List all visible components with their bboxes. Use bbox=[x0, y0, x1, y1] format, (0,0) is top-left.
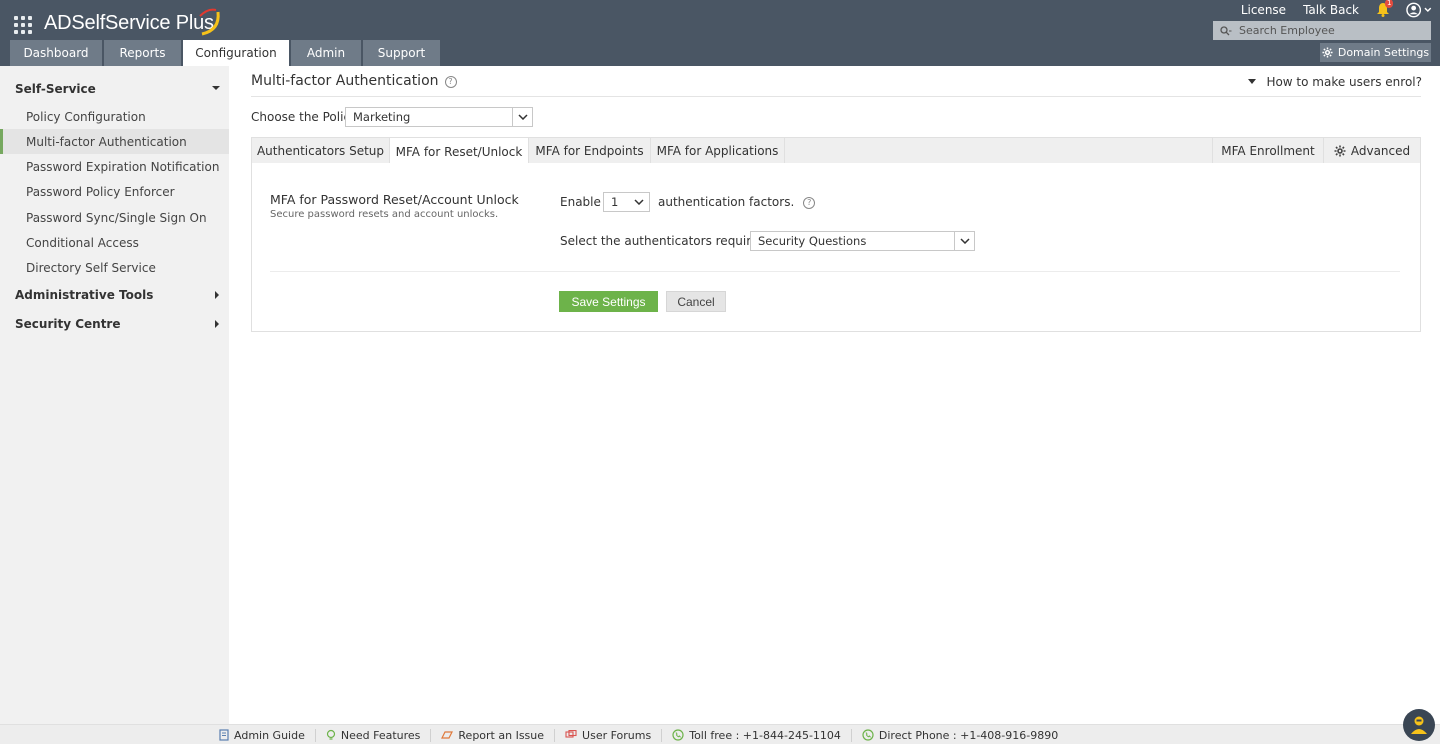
search-employee-box bbox=[1213, 21, 1431, 40]
save-settings-button[interactable]: Save Settings bbox=[559, 291, 658, 312]
domain-settings-label: Domain Settings bbox=[1337, 46, 1430, 59]
authenticators-select-value: Security Questions bbox=[758, 234, 867, 248]
tab-advanced[interactable]: Advanced bbox=[1323, 138, 1420, 164]
enable-label: Enable bbox=[560, 195, 601, 209]
lightbulb-icon bbox=[326, 729, 336, 741]
divider bbox=[251, 96, 1421, 97]
section-subtitle: Secure password resets and account unloc… bbox=[270, 209, 499, 220]
toll-free-link[interactable]: Toll free : +1-844-245-1104 bbox=[672, 728, 852, 742]
tab-dashboard[interactable]: Dashboard bbox=[10, 40, 102, 66]
domain-settings-button[interactable]: Domain Settings bbox=[1320, 43, 1431, 62]
choose-policy-label: Choose the Policy bbox=[251, 110, 358, 124]
need-features-label: Need Features bbox=[340, 728, 421, 742]
how-to-enrol-link[interactable]: How to make users enrol? bbox=[1248, 75, 1422, 89]
search-icon bbox=[1213, 25, 1239, 36]
how-to-enrol-label: How to make users enrol? bbox=[1266, 75, 1422, 89]
sidebar-item-directory-self-service[interactable]: Directory Self Service bbox=[0, 255, 229, 280]
gear-icon bbox=[1322, 47, 1333, 58]
tab-mfa-enrollment[interactable]: MFA Enrollment bbox=[1212, 138, 1323, 164]
bottom-strip bbox=[0, 744, 1440, 750]
sidebar-section-self-service[interactable]: Self-Service bbox=[15, 82, 220, 96]
section-title: MFA for Password Reset/Account Unlock bbox=[270, 192, 519, 207]
direct-phone-link[interactable]: Direct Phone : +1-408-916-9890 bbox=[862, 729, 1068, 742]
policy-select-value: Marketing bbox=[353, 110, 411, 124]
user-forums-label: User Forums bbox=[582, 728, 652, 742]
mfa-tabbar-right: MFA Enrollment Advanced bbox=[1212, 138, 1420, 164]
book-icon bbox=[219, 729, 229, 741]
admin-guide-label: Admin Guide bbox=[234, 728, 305, 742]
sidebar-item-policy-configuration[interactable]: Policy Configuration bbox=[0, 104, 229, 129]
factors-label-text: authentication factors. bbox=[658, 195, 795, 209]
sidebar-item-password-policy-enforcer[interactable]: Password Policy Enforcer bbox=[0, 179, 229, 204]
talk-back-link[interactable]: Talk Back bbox=[1303, 3, 1359, 17]
page-title-text: Multi-factor Authentication bbox=[251, 73, 439, 89]
sidebar-section-security-centre[interactable]: Security Centre bbox=[15, 317, 220, 331]
sidebar-section-administrative-tools[interactable]: Administrative Tools bbox=[15, 288, 220, 302]
factor-count-value: 1 bbox=[611, 195, 619, 209]
chevron-down-icon bbox=[954, 232, 974, 250]
authenticators-label: Select the authenticators required bbox=[560, 234, 766, 248]
notification-count-badge: 1 bbox=[1385, 0, 1394, 8]
sidebar-item-password-sync[interactable]: Password Sync/Single Sign On bbox=[0, 205, 229, 230]
authenticators-select[interactable]: Security Questions bbox=[750, 231, 975, 251]
cancel-button[interactable]: Cancel bbox=[666, 291, 726, 312]
sidebar-section-label: Self-Service bbox=[15, 82, 96, 96]
user-forums-link[interactable]: User Forums bbox=[565, 728, 663, 742]
caret-down-icon bbox=[212, 86, 220, 90]
sidebar: Self-Service Policy Configuration Multi-… bbox=[0, 66, 229, 724]
report-issue-label: Report an Issue bbox=[458, 728, 545, 742]
logo-arc-icon bbox=[199, 8, 220, 36]
tab-reports[interactable]: Reports bbox=[104, 40, 181, 66]
notification-bell-icon[interactable]: 1 bbox=[1376, 0, 1394, 18]
tab-configuration[interactable]: Configuration bbox=[183, 40, 289, 66]
app-grid-icon[interactable] bbox=[14, 16, 32, 34]
report-issue-link[interactable]: Report an Issue bbox=[441, 728, 556, 742]
tab-mfa-endpoints[interactable]: MFA for Endpoints bbox=[529, 138, 651, 164]
forum-icon bbox=[565, 730, 577, 740]
sidebar-item-conditional-access[interactable]: Conditional Access bbox=[0, 230, 229, 255]
sidebar-section-label: Security Centre bbox=[15, 317, 121, 331]
page-title: Multi-factor Authentication? bbox=[251, 73, 457, 89]
chat-support-icon[interactable] bbox=[1403, 709, 1435, 741]
caret-right-icon bbox=[215, 291, 219, 299]
help-icon[interactable]: ? bbox=[803, 197, 816, 209]
factor-count-select[interactable]: 1 bbox=[603, 192, 650, 212]
report-icon bbox=[441, 730, 454, 740]
help-icon[interactable]: ? bbox=[444, 76, 457, 88]
tab-mfa-applications[interactable]: MFA for Applications bbox=[651, 138, 785, 164]
direct-phone-label: Direct Phone : +1-408-916-9890 bbox=[878, 728, 1059, 742]
tab-support[interactable]: Support bbox=[363, 40, 440, 66]
caret-down-icon bbox=[1248, 79, 1257, 84]
license-link[interactable]: License bbox=[1241, 3, 1286, 17]
user-avatar-icon[interactable] bbox=[1406, 2, 1432, 18]
tab-authenticators-setup[interactable]: Authenticators Setup bbox=[252, 138, 390, 164]
chevron-down-icon bbox=[512, 108, 532, 126]
tab-mfa-reset-unlock[interactable]: MFA for Reset/Unlock bbox=[390, 138, 529, 165]
top-header: ADSelfService Plus License Talk Back 1 D… bbox=[0, 0, 1440, 66]
toll-free-label: Toll free : +1-844-245-1104 bbox=[689, 728, 841, 742]
caret-right-icon bbox=[215, 320, 219, 328]
phone-icon bbox=[862, 729, 874, 741]
footer-links: Admin Guide Need Features Report an Issu… bbox=[219, 725, 1078, 745]
need-features-link[interactable]: Need Features bbox=[326, 728, 432, 742]
top-links: License Talk Back 1 bbox=[1241, 0, 1440, 18]
sidebar-item-password-expiration-notification[interactable]: Password Expiration Notification bbox=[0, 154, 229, 179]
search-employee-input[interactable] bbox=[1239, 24, 1419, 37]
footer: Admin Guide Need Features Report an Issu… bbox=[0, 724, 1440, 744]
sidebar-item-multi-factor-authentication[interactable]: Multi-factor Authentication bbox=[0, 129, 229, 154]
gear-icon bbox=[1334, 145, 1346, 157]
chevron-down-icon bbox=[629, 193, 649, 211]
mfa-tabbar: Authenticators Setup MFA for Reset/Unloc… bbox=[251, 137, 1421, 165]
divider bbox=[270, 271, 1400, 272]
phone-icon bbox=[672, 729, 684, 741]
tab-admin[interactable]: Admin bbox=[291, 40, 361, 66]
factors-label: authentication factors.? bbox=[658, 195, 816, 209]
app-logo: ADSelfService Plus bbox=[44, 12, 214, 34]
sidebar-section-label: Administrative Tools bbox=[15, 288, 154, 302]
policy-select[interactable]: Marketing bbox=[345, 107, 533, 127]
main-nav-tabs: Dashboard Reports Configuration Admin Su… bbox=[10, 40, 442, 66]
tab-advanced-label: Advanced bbox=[1350, 144, 1411, 158]
admin-guide-link[interactable]: Admin Guide bbox=[219, 728, 316, 742]
user-menu-chevron-icon bbox=[1424, 7, 1432, 12]
